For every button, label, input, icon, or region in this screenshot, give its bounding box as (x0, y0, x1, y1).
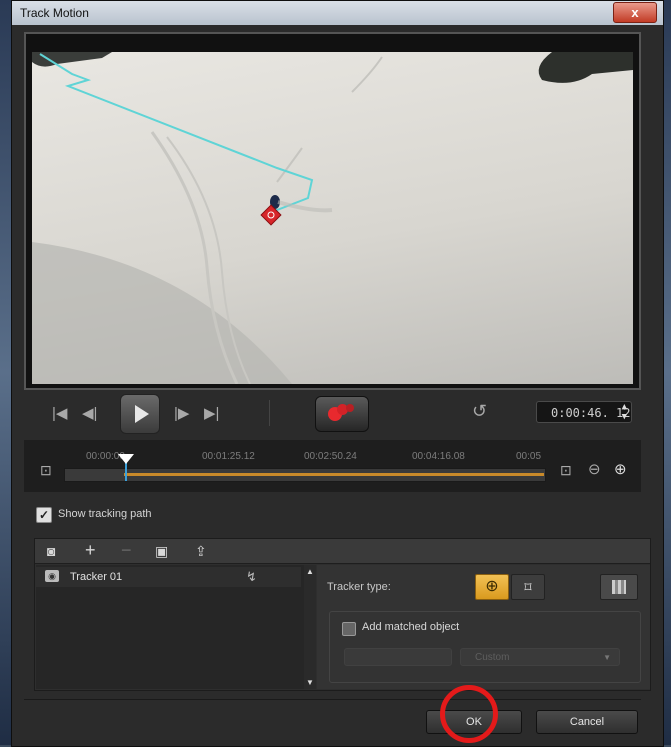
apply-mosaic-button[interactable] (600, 574, 638, 600)
mosaic-icon (612, 580, 626, 594)
timeline-tick: 00:02:50.24 (304, 451, 357, 462)
add-tracker-icon[interactable]: + (85, 540, 96, 561)
record-icon-dot (346, 404, 354, 412)
cancel-button[interactable]: Cancel (536, 710, 638, 734)
tracker-type-label: Tracker type: (327, 581, 391, 593)
video-content (32, 52, 633, 384)
tracker-panel: ◙ + − ▣ ⇪ ◉ Tracker 01 ↯ ▲ ▼ Tracker typ… (34, 538, 651, 691)
timeline-tick: 00:05 (516, 451, 542, 462)
desktop-background-left (0, 0, 11, 745)
tracker-list-item[interactable]: ◉ Tracker 01 ↯ (36, 567, 301, 587)
matched-object-group: Add matched object Custom ▼ (329, 611, 641, 683)
video-frame[interactable] (32, 52, 633, 384)
go-to-start-icon[interactable]: |◀ (52, 404, 67, 422)
timeline-end-icon[interactable]: ⊡ (560, 462, 572, 479)
window-title: Track Motion (20, 6, 89, 20)
scroll-up-icon[interactable]: ▲ (306, 567, 314, 576)
timeline-range (124, 473, 544, 476)
playback-controls: |◀ ◀| |▶ ▶| ↺ 0:00:46. 12 ▲ ▼ (24, 390, 641, 438)
timeline-tick: 00:01:25.12 (202, 451, 255, 462)
matched-object-position-select[interactable]: Custom ▼ (460, 648, 620, 666)
matched-object-type-select[interactable] (344, 648, 452, 666)
chevron-down-icon: ▼ (603, 653, 611, 662)
tracker-point-marker[interactable] (260, 204, 282, 226)
video-preview (24, 32, 641, 390)
show-tracking-path-label: Show tracking path (58, 508, 152, 520)
next-frame-icon[interactable]: |▶ (174, 404, 189, 422)
tracker-name: Tracker 01 (70, 571, 123, 583)
area-tracker-button[interactable]: ⌑ (511, 574, 545, 600)
tracker-list-scrollbar[interactable]: ▲ ▼ (304, 565, 316, 689)
tracker-eye-icon[interactable]: ◙ (47, 543, 55, 559)
tracker-properties: Tracker type: ⊕ ⌑ Add matched object Cus… (317, 565, 650, 689)
play-button[interactable] (120, 394, 160, 434)
rename-tracker-icon[interactable]: ▣ (155, 543, 168, 560)
add-matched-object-label: Add matched object (362, 621, 460, 633)
scroll-down-icon[interactable]: ▼ (306, 678, 314, 687)
show-tracking-path-checkbox[interactable]: ✓ (36, 507, 52, 523)
dialog-footer: OK Cancel (24, 699, 641, 740)
close-button[interactable]: x (613, 2, 657, 23)
timecode-field[interactable]: 0:00:46. 12 ▲ ▼ (536, 401, 632, 423)
zoom-in-icon[interactable]: ⊕ (614, 460, 627, 478)
timeline-tick: 00:04:16.08 (412, 451, 465, 462)
export-tracker-icon[interactable]: ⇪ (195, 543, 207, 560)
timecode-value: 0:00:46. 12 (551, 406, 631, 420)
position-value: Custom (475, 652, 510, 663)
tracker-link-icon[interactable]: ↯ (246, 569, 257, 585)
playhead-handle[interactable] (118, 454, 134, 464)
tracker-eye-icon[interactable]: ◉ (45, 570, 59, 582)
tracker-list: ◉ Tracker 01 ↯ (36, 565, 304, 689)
previous-frame-icon[interactable]: ◀| (82, 404, 97, 422)
tracking-path (39, 53, 314, 219)
reset-icon[interactable]: ↺ (472, 401, 487, 422)
title-bar: Track Motion x (12, 1, 663, 25)
timeline: ⊡ 00:00:00 00:01:25.12 00:02:50.24 00:04… (24, 440, 641, 492)
point-tracker-button[interactable]: ⊕ (475, 574, 509, 600)
timecode-spinner[interactable]: ▲ ▼ (622, 402, 627, 422)
go-to-end-icon[interactable]: ▶| (204, 404, 219, 422)
show-tracking-path-option[interactable]: ✓ Show tracking path (24, 504, 324, 526)
track-motion-record-button[interactable] (315, 396, 369, 432)
playhead-line (125, 463, 127, 481)
zoom-out-icon[interactable]: ⊖ (588, 460, 601, 478)
remove-tracker-icon[interactable]: − (121, 540, 132, 561)
add-matched-object-checkbox[interactable] (342, 622, 356, 636)
divider (269, 400, 270, 426)
annotation-circle (440, 685, 498, 743)
tracker-toolbar: ◙ + − ▣ ⇪ (35, 539, 650, 564)
timeline-start-icon[interactable]: ⊡ (40, 462, 52, 479)
